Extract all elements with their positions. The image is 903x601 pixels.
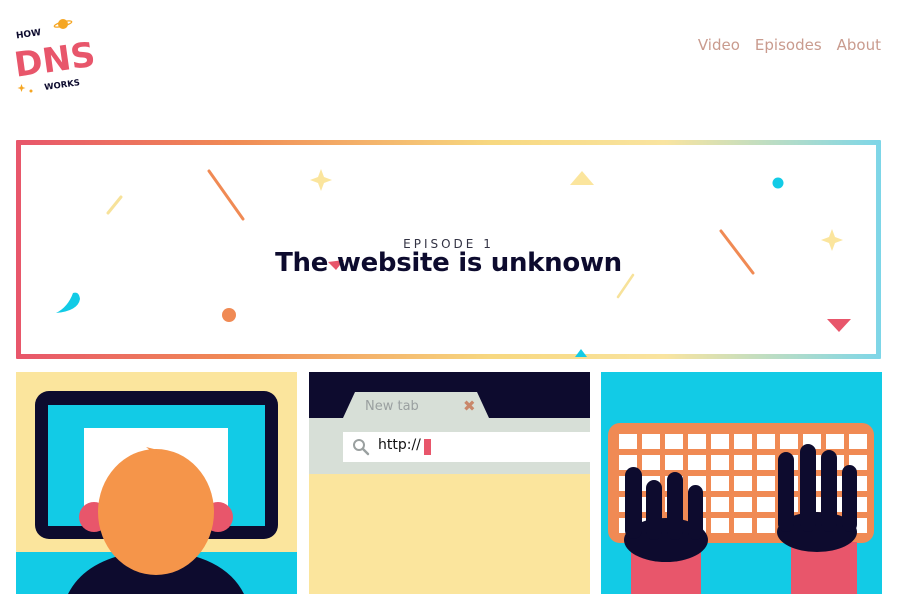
keyboard-key [642, 434, 660, 449]
keyboard-key [757, 476, 775, 491]
url-text: http:// [378, 437, 421, 453]
keyboard-key [642, 455, 660, 470]
red-triangle-icon [827, 319, 851, 332]
planet-icon [53, 19, 73, 29]
keyboard-key [711, 476, 729, 491]
keyboard-key [711, 455, 729, 470]
close-icon[interactable]: ✖ [463, 397, 476, 415]
keyboard-key [734, 518, 752, 533]
sparkle-icon [310, 169, 332, 191]
yellow-stick-icon [106, 195, 123, 215]
cyan-crescent-icon [56, 292, 80, 313]
keyboard-key [688, 455, 706, 470]
keyboard-key [734, 455, 752, 470]
triangle-icon [570, 171, 594, 185]
text-cursor [424, 439, 431, 455]
head [98, 449, 214, 575]
keyboard-key [711, 518, 729, 533]
tab-label[interactable]: New tab [365, 399, 419, 414]
keyboard-illustration [608, 423, 874, 594]
panel-user-at-computer[interactable] [16, 372, 297, 594]
episode-hero[interactable]: EPISODE 1 The website is unknown [16, 140, 881, 359]
cyan-dot-icon [772, 177, 784, 189]
browser-illustration [309, 372, 590, 474]
keyboard-key [734, 497, 752, 512]
logo-graphic: HOW DNS WORKS [14, 19, 94, 93]
keyboard-key [619, 434, 637, 449]
episode-title: The website is unknown [275, 248, 622, 278]
keyboard-key [711, 497, 729, 512]
keyboard-key [711, 434, 729, 449]
logo-how: HOW [15, 28, 41, 41]
hero-pointer-icon [575, 349, 587, 357]
keyboard-key [734, 434, 752, 449]
orange-dot-icon [222, 308, 236, 322]
logo-dns: DNS [14, 35, 94, 86]
keyboard-key [780, 434, 798, 449]
orange-stick-icon [207, 169, 245, 221]
keyboard-key [826, 434, 844, 449]
keyboard-key [665, 455, 683, 470]
keyboard-key [757, 518, 775, 533]
nav-about[interactable]: About [837, 36, 881, 54]
nav-video[interactable]: Video [698, 36, 740, 54]
nav-episodes[interactable]: Episodes [755, 36, 822, 54]
keyboard-key [665, 434, 683, 449]
keyboard-key [734, 476, 752, 491]
keyboard-key [757, 455, 775, 470]
keyboard-key [688, 434, 706, 449]
yellow-stick-icon [616, 273, 635, 299]
keyboard-key [757, 497, 775, 512]
main-nav: Video Episodes About [698, 36, 881, 54]
panel-new-tab[interactable]: New tab ✖ http:// [309, 372, 590, 594]
hero-canvas: EPISODE 1 The website is unknown [21, 145, 876, 354]
address-bar[interactable]: http:// [343, 432, 590, 462]
site-logo[interactable]: HOW DNS WORKS [14, 14, 94, 96]
search-icon [353, 439, 370, 456]
panel-typing[interactable] [601, 372, 882, 594]
keyboard-key [849, 434, 867, 449]
user-computer-illustration [16, 391, 297, 594]
keyboard-key [757, 434, 775, 449]
